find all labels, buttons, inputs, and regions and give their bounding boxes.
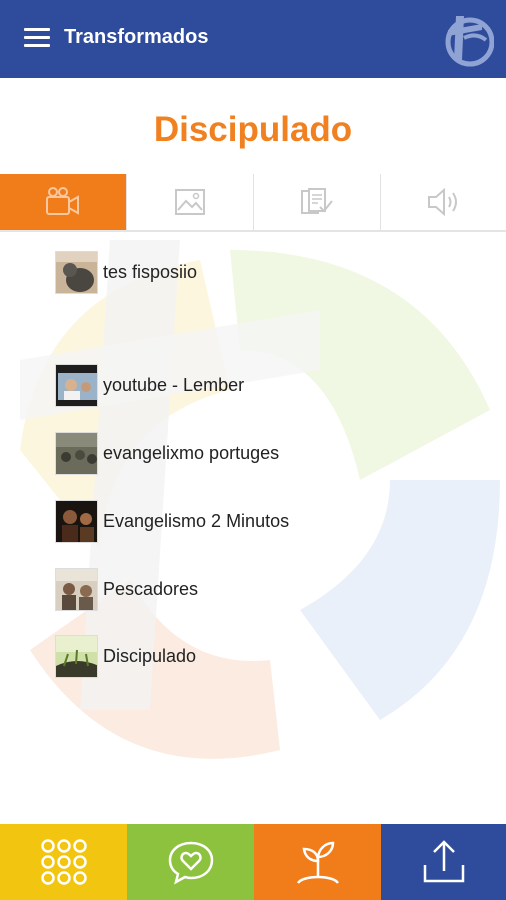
bottom-nav — [0, 824, 506, 900]
video-thumbnail — [55, 431, 98, 475]
heart-chat-icon — [168, 841, 213, 885]
speaker-icon — [427, 187, 457, 217]
documents-icon — [301, 188, 333, 214]
list-item-label: Pescadores — [103, 578, 199, 599]
video-camera-icon — [46, 187, 79, 215]
tab-audio[interactable] — [381, 174, 506, 230]
list-item[interactable]: evangelixmo portuges — [55, 431, 495, 475]
media-tabs — [0, 174, 506, 232]
list-item-label: Evangelismo 2 Minutos — [103, 510, 290, 531]
grid-dots-icon — [40, 839, 87, 885]
nav-share-button[interactable] — [381, 824, 506, 900]
list-item-label: youtube - Lember — [103, 374, 245, 395]
list-item-label: evangelixmo portuges — [103, 442, 280, 463]
nav-menu-button[interactable] — [0, 824, 127, 900]
app-title: Transformados — [64, 26, 209, 48]
page-title: Discipulado — [153, 110, 353, 149]
tab-videos[interactable] — [0, 174, 127, 230]
video-thumbnail — [55, 567, 98, 611]
list-item[interactable]: Discipulado — [55, 634, 495, 678]
video-thumbnail — [55, 499, 98, 543]
video-thumbnail — [55, 250, 98, 294]
image-icon — [175, 189, 205, 215]
nav-chat-button[interactable] — [127, 824, 254, 900]
list-item[interactable]: Pescadores — [55, 567, 495, 611]
brand-logo — [445, 16, 494, 67]
nav-discipleship-button[interactable] — [254, 824, 381, 900]
list-item-label: tes fisposiio — [103, 261, 198, 282]
share-upload-icon — [423, 840, 464, 883]
list-item[interactable]: tes fisposiio — [55, 250, 495, 294]
list-item[interactable]: Evangelismo 2 Minutos — [55, 499, 495, 543]
sprout-icon — [296, 841, 339, 884]
tab-images[interactable] — [127, 174, 254, 230]
tab-documents[interactable] — [254, 174, 381, 230]
video-thumbnail — [55, 634, 98, 678]
hamburger-menu-icon[interactable] — [24, 28, 50, 50]
list-item[interactable]: youtube - Lember — [55, 363, 495, 407]
video-thumbnail — [55, 363, 98, 407]
list-item-label: Discipulado — [103, 645, 197, 666]
app-bar: Transformados — [0, 0, 506, 78]
